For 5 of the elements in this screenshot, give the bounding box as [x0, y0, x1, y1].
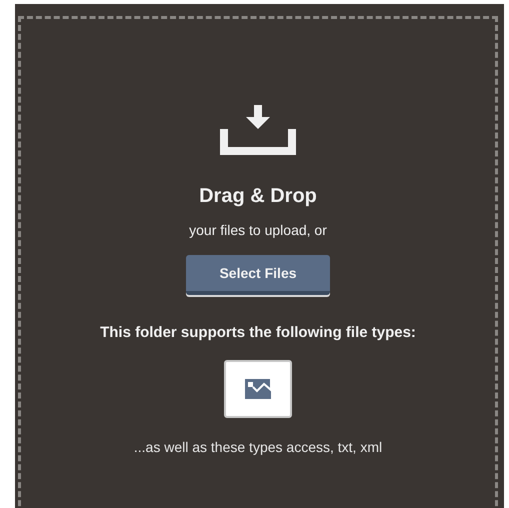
select-files-button[interactable]: Select Files — [186, 255, 330, 295]
drop-title: Drag & Drop — [199, 185, 317, 208]
drop-subtitle: your files to upload, or — [189, 222, 327, 238]
supported-types-label: This folder supports the following file types: — [100, 324, 416, 341]
other-types-text: ...as well as these types access, txt, xml — [134, 439, 382, 455]
